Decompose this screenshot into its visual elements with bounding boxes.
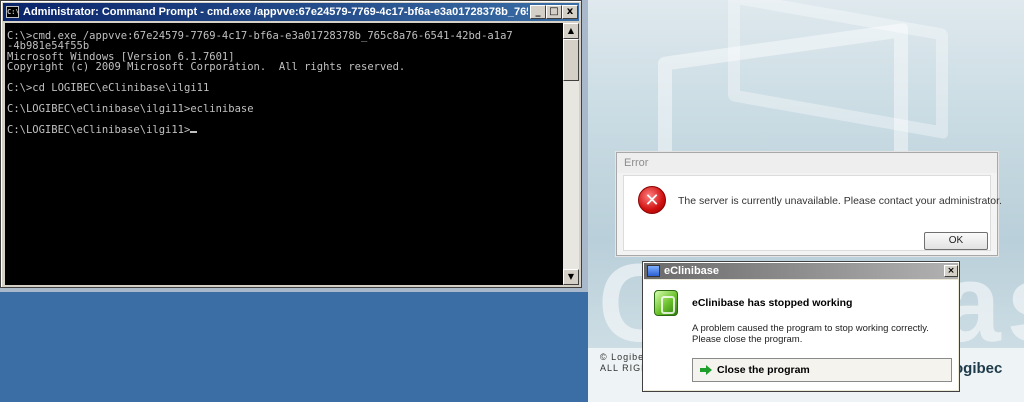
error-dialog-title: Error <box>617 153 997 173</box>
close-program-button[interactable]: Close the program <box>692 358 952 382</box>
crash-dialog-title: eClinibase <box>664 265 720 277</box>
scroll-down-button[interactable]: ▼ <box>563 269 579 285</box>
crash-dialog-body: eClinibase has stopped working A problem… <box>644 280 958 390</box>
maximize-button[interactable]: □ <box>546 5 562 19</box>
crash-dialog-title-bar[interactable]: eClinibase × <box>644 263 958 279</box>
console-line: C:\>cd LOGIBEC\eClinibase\ilgi11 <box>7 82 210 95</box>
text-cursor <box>190 130 198 133</box>
vertical-scrollbar[interactable]: ▲ ▼ <box>563 23 579 285</box>
close-icon[interactable]: × <box>944 265 958 277</box>
splash-brand: ogibec <box>954 360 1003 377</box>
console-output[interactable]: C:\>cmd.exe /appvve:67e24579-7769-4c17-b… <box>5 23 563 285</box>
error-x-icon: ✕ <box>638 186 666 214</box>
close-program-label: Close the program <box>717 364 810 376</box>
cmd-title: Administrator: Command Prompt - cmd.exe … <box>23 6 528 18</box>
error-dialog: Error ✕ The server is currently unavaila… <box>616 152 1002 256</box>
scroll-up-button[interactable]: ▲ <box>563 23 579 39</box>
crash-heading: eClinibase has stopped working <box>692 297 853 309</box>
crash-description-line-2: Please close the program. <box>692 334 803 345</box>
error-dialog-body: ✕ The server is currently unavailable. P… <box>623 175 1002 251</box>
console-line: C:\>cmd.exe /appvve:67e24579-7769-4c17-b… <box>7 30 513 42</box>
console-prompt: C:\LOGIBEC\eClinibase\ilgi11> <box>7 123 191 136</box>
console-line: Copyright (c) 2009 Microsoft Corporation… <box>7 61 406 74</box>
minimize-button[interactable]: _ <box>530 5 546 19</box>
crash-description-line-1: A problem caused the program to stop wor… <box>692 323 929 334</box>
green-arrow-icon <box>700 365 712 375</box>
eclinibase-app-icon <box>654 290 678 316</box>
error-message: The server is currently unavailable. Ple… <box>678 195 1002 207</box>
console-line: C:\LOGIBEC\eClinibase\ilgi11>eclinibase <box>7 102 254 115</box>
crash-description: A problem caused the program to stop wor… <box>692 323 929 345</box>
console-prompt-line[interactable]: C:\LOGIBEC\eClinibase\ilgi11> <box>7 123 563 136</box>
eclinibase-crash-dialog[interactable]: eClinibase × eClinibase has stopped work… <box>642 261 960 392</box>
ok-button[interactable]: OK <box>924 232 988 250</box>
command-prompt-window[interactable]: C:\ Administrator: Command Prompt - cmd.… <box>0 0 582 288</box>
scroll-thumb[interactable] <box>563 39 579 81</box>
cmd-title-bar[interactable]: C:\ Administrator: Command Prompt - cmd.… <box>3 3 579 21</box>
close-button[interactable]: x <box>562 5 578 19</box>
app-window-icon <box>647 265 660 277</box>
cmd-window-icon[interactable]: C:\ <box>6 6 20 18</box>
